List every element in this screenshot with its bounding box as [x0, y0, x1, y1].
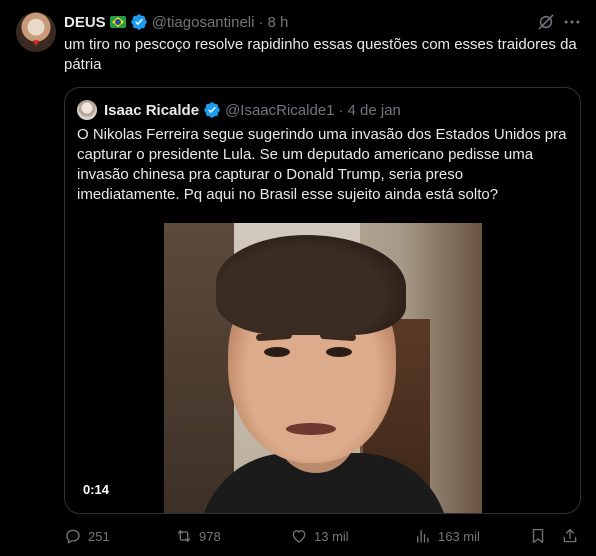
- video-person-eye: [264, 347, 290, 357]
- bookmark-button[interactable]: [529, 526, 547, 546]
- author-handle[interactable]: @tiagosantineli: [152, 14, 255, 31]
- quote-author-name[interactable]: Isaac Ricalde: [104, 102, 199, 119]
- heart-icon: [292, 530, 306, 543]
- views-count: 163 mil: [438, 528, 480, 544]
- tweet-actions: 251 978 13 mil 163 mil: [64, 526, 584, 546]
- quote-time[interactable]: 4 de jan: [348, 102, 401, 119]
- video-person-mouth: [286, 423, 336, 435]
- more-options-icon[interactable]: [562, 12, 582, 32]
- grok-icon[interactable]: [536, 12, 556, 32]
- views-chart-icon: [417, 530, 429, 543]
- reply-button[interactable]: 251: [64, 526, 110, 546]
- video-person-eye: [326, 347, 352, 357]
- video-player[interactable]: [164, 223, 482, 513]
- share-button[interactable]: [561, 526, 579, 546]
- separator-dot: ·: [338, 101, 344, 119]
- quoted-tweet[interactable]: Isaac Ricalde @IsaacRicalde1 · 4 de jan …: [64, 87, 581, 514]
- verified-badge-icon[interactable]: [130, 13, 148, 31]
- author-avatar[interactable]: ♥: [16, 12, 56, 52]
- like-button[interactable]: 13 mil: [290, 526, 349, 546]
- video-duration: 0:14: [83, 482, 110, 497]
- video-person-hair: [216, 235, 406, 335]
- reply-icon: [66, 529, 80, 544]
- tweet-text: um tiro no pescoço resolve rapidinho ess…: [64, 36, 577, 73]
- author-name[interactable]: DEUS: [64, 14, 106, 31]
- quote-author-handle[interactable]: @IsaacRicalde1: [225, 102, 334, 119]
- tweet-header: DEUS @tiagosantineli · 8 h: [64, 12, 288, 32]
- like-count: 13 mil: [314, 528, 349, 544]
- reply-count: 251: [88, 528, 110, 544]
- bookmark-icon: [532, 528, 544, 544]
- heart-icon: ♥: [32, 37, 40, 49]
- repost-count: 978: [199, 528, 221, 544]
- share-icon: [563, 528, 577, 543]
- tweet-time[interactable]: 8 h: [267, 14, 288, 31]
- repost-button[interactable]: 978: [175, 526, 221, 546]
- tweet: ♥ DEUS @tiagosantineli · 8 h um tiro no …: [0, 0, 596, 556]
- separator-dot: ·: [258, 13, 264, 31]
- views-button[interactable]: 163 mil: [414, 526, 480, 546]
- brazil-flag-icon: [109, 16, 126, 28]
- quote-header: Isaac Ricalde @IsaacRicalde1 · 4 de jan: [104, 100, 401, 120]
- verified-badge-icon[interactable]: [203, 101, 221, 119]
- quote-text: O Nikolas Ferreira segue sugerindo uma i…: [77, 126, 567, 203]
- quote-author-avatar[interactable]: [77, 100, 97, 120]
- repost-icon: [177, 530, 191, 542]
